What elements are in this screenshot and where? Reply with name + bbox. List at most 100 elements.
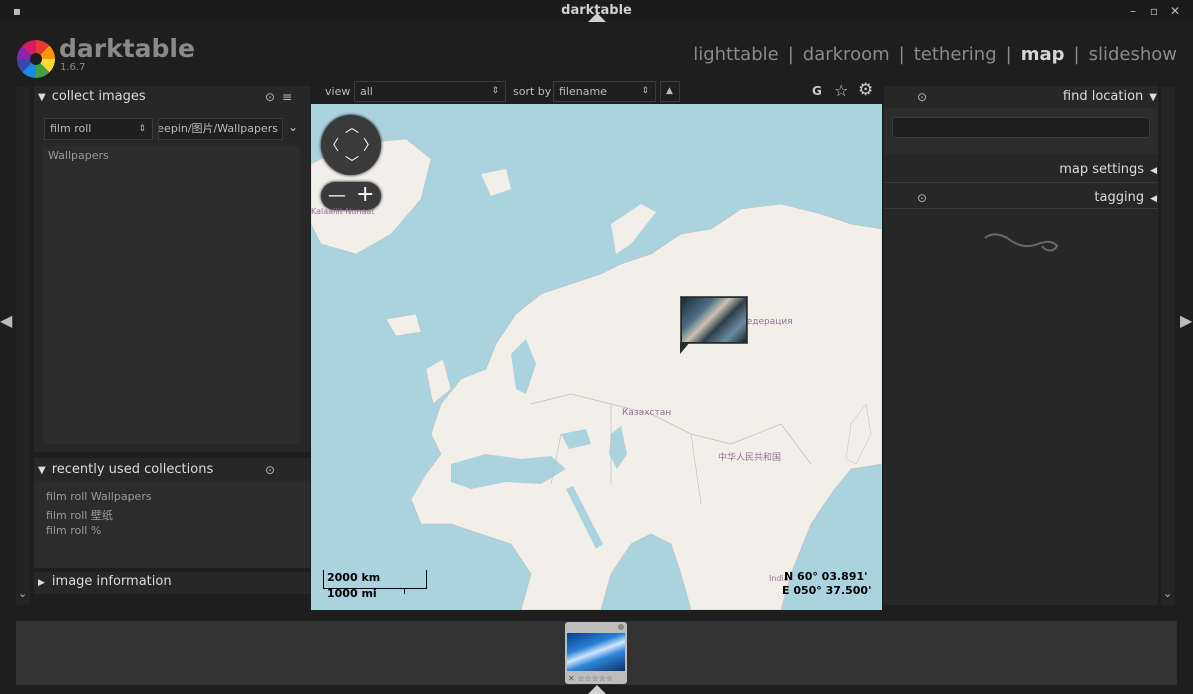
- image-marker-pointer: [680, 342, 690, 354]
- filmstrip-stars[interactable]: ✕ ☆☆☆☆☆: [568, 674, 613, 683]
- collect-path-value: deepin/图片/Wallpapers: [158, 122, 278, 135]
- find-location-header[interactable]: find location ▼: [1063, 89, 1157, 104]
- updown-icon: ⇕: [491, 86, 499, 96]
- view-separator: |: [898, 44, 905, 65]
- map-settings-header[interactable]: map settings ◀: [1059, 162, 1157, 177]
- updown-icon: ⇕: [138, 124, 146, 134]
- collect-path-input[interactable]: deepin/图片/Wallpapers: [158, 118, 283, 140]
- map-canvas: [311, 104, 882, 610]
- divider: [884, 182, 1158, 183]
- close-icon[interactable]: ✕: [1168, 4, 1182, 18]
- pan-up-icon[interactable]: ︿: [345, 117, 359, 137]
- scale-km: 2000 km: [327, 571, 381, 584]
- sort-by-value: filename: [559, 85, 607, 98]
- view-label: view: [325, 85, 351, 98]
- pan-down-icon[interactable]: ﹀: [345, 153, 359, 173]
- maximize-icon[interactable]: ▫: [1147, 4, 1161, 18]
- recent-collection-item[interactable]: film roll 壁纸: [46, 507, 113, 523]
- image-information-title: image information: [51, 574, 172, 589]
- view-slideshow[interactable]: slideshow: [1089, 44, 1177, 65]
- right-scrollbar[interactable]: [1161, 87, 1175, 605]
- coordinate-longitude: E 050° 37.500': [782, 584, 872, 597]
- right-panel-toggle-icon[interactable]: ▶: [1180, 311, 1192, 330]
- gear-icon[interactable]: ⚙: [858, 80, 873, 100]
- scale-mi: 1000 mi: [327, 587, 377, 600]
- view-switcher: lighttable | darkroom | tethering | map | slides…: [693, 44, 1177, 65]
- triangle-left-icon: ◀: [1150, 194, 1157, 204]
- collect-property-value: film roll: [50, 122, 92, 135]
- collect-images-title: collect images: [51, 89, 146, 104]
- view-separator: |: [1005, 44, 1012, 65]
- zoom-in-icon[interactable]: +: [356, 182, 374, 207]
- recent-collections-header[interactable]: ▼ recently used collections: [38, 462, 213, 477]
- left-panel-toggle-icon[interactable]: ◀: [0, 311, 12, 330]
- triangle-down-icon: ▼: [38, 465, 46, 476]
- reset-icon[interactable]: ⊙: [917, 191, 927, 205]
- view-lighttable[interactable]: lighttable: [693, 44, 778, 65]
- app-version: 1.6.7: [60, 62, 86, 73]
- image-marker-thumbnail: [682, 298, 746, 342]
- scale-bar-tick: [404, 588, 405, 594]
- view-separator: |: [787, 44, 794, 65]
- updown-icon: ⇕: [641, 86, 649, 96]
- map-label-kalaallit: Kalaallit Nunaat: [311, 207, 375, 216]
- tagging-header[interactable]: tagging ◀: [1094, 190, 1157, 205]
- pan-left-icon[interactable]: 〈: [325, 135, 339, 155]
- recent-collections-title: recently used collections: [51, 462, 214, 477]
- collect-property-select[interactable]: film roll ⇕: [44, 118, 153, 140]
- view-map[interactable]: map: [1021, 44, 1065, 65]
- view-tethering[interactable]: tethering: [914, 44, 997, 65]
- triangle-left-icon: ◀: [1150, 166, 1157, 176]
- top-panel-toggle-icon[interactable]: [588, 13, 606, 22]
- view-darkroom[interactable]: darkroom: [803, 44, 890, 65]
- triangle-right-icon: ▶: [38, 578, 45, 588]
- sort-order-button[interactable]: ▲: [660, 81, 680, 102]
- reset-icon[interactable]: ⊙: [265, 463, 275, 477]
- darktable-logo-icon: [17, 40, 55, 78]
- find-location-input[interactable]: [892, 117, 1150, 138]
- triangle-down-icon: ▼: [38, 92, 46, 103]
- find-location-title: find location: [1062, 89, 1144, 104]
- collect-images-header[interactable]: ▼ collect images: [38, 89, 146, 104]
- sort-by-label: sort by: [513, 85, 552, 98]
- image-information-header[interactable]: ▶ image information: [38, 574, 172, 589]
- reset-icon[interactable]: ⊙: [917, 90, 927, 104]
- view-select[interactable]: all ⇕: [354, 81, 506, 102]
- map-label-china: 中华人民共和国: [718, 453, 782, 463]
- sort-by-select[interactable]: filename ⇕: [553, 81, 656, 102]
- tagging-title: tagging: [1094, 190, 1145, 205]
- bottom-panel-toggle-icon[interactable]: [588, 685, 606, 694]
- grouping-button[interactable]: G: [812, 84, 822, 98]
- recent-collections-list: film roll Wallpapers film roll 壁纸 film r…: [34, 481, 310, 568]
- filmstrip-image: [567, 633, 625, 671]
- app-name: darktable: [59, 34, 195, 63]
- filmstrip-badge-icon: [618, 624, 624, 630]
- recent-collection-item[interactable]: film roll %: [46, 524, 101, 537]
- pan-arrows-icon[interactable]: ︿ ﹀ 〈 〉: [321, 115, 381, 175]
- coordinate-latitude: N 60° 03.891': [784, 570, 868, 583]
- left-scrollbar[interactable]: [16, 87, 30, 605]
- divider: [884, 208, 1158, 209]
- collect-list: Wallpapers: [43, 146, 300, 444]
- reset-icon[interactable]: ⊙: [265, 90, 275, 104]
- ornament-icon: [984, 233, 1059, 252]
- presets-icon[interactable]: ≡: [282, 90, 292, 104]
- image-marker[interactable]: [680, 296, 748, 344]
- zoom-out-icon[interactable]: —: [328, 185, 346, 206]
- map-view[interactable]: ︿ ﹀ 〈 〉 — + Kalaallit Nunaat Казахстан 中…: [311, 104, 882, 610]
- right-scroll-down-icon[interactable]: ⌄: [1163, 587, 1172, 600]
- chevron-down-icon[interactable]: ⌄: [288, 120, 298, 134]
- collect-list-item[interactable]: Wallpapers: [48, 149, 109, 162]
- view-separator: |: [1073, 44, 1080, 65]
- star-icon[interactable]: ☆: [834, 81, 848, 100]
- zoom-control: — +: [321, 182, 381, 210]
- left-scroll-down-icon[interactable]: ⌄: [18, 587, 27, 600]
- window-titlebar: ▪ darktable – ▫ ✕: [0, 0, 1193, 22]
- pan-right-icon[interactable]: 〉: [363, 135, 377, 155]
- minimize-icon[interactable]: –: [1126, 4, 1140, 18]
- view-select-value: all: [360, 85, 373, 98]
- triangle-down-icon: ▼: [1149, 92, 1157, 103]
- filmstrip-thumbnail[interactable]: ✕ ☆☆☆☆☆: [565, 622, 627, 684]
- recent-collection-item[interactable]: film roll Wallpapers: [46, 490, 152, 503]
- map-label-kazakhstan: Казахстан: [622, 408, 672, 418]
